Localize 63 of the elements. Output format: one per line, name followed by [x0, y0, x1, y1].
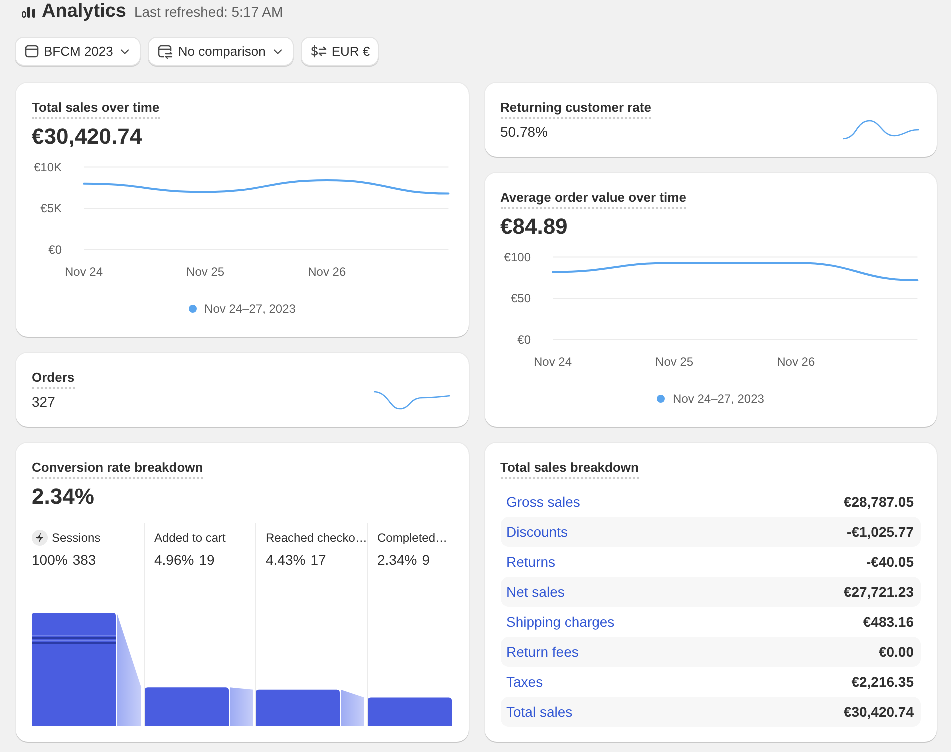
y-axis-label: €10K [34, 160, 62, 174]
step-rate: 100% [32, 551, 68, 570]
x-axis-label: Nov 25 [186, 265, 225, 279]
row-label-link[interactable]: Gross sales [506, 494, 580, 510]
card-title: Conversion rate breakdown [32, 459, 204, 479]
card-title: Total sales breakdown [500, 459, 639, 479]
y-axis-label: €5K [40, 202, 62, 216]
step-count: 19 [199, 551, 215, 570]
step-label: Added to cart [154, 530, 226, 546]
step-rate: 4.96% [154, 551, 194, 570]
step-label: Sessions [52, 530, 101, 546]
row-label-link[interactable]: Taxes [506, 674, 544, 690]
row-value: -€40.05 [866, 554, 914, 570]
x-axis-label: Nov 24 [64, 265, 104, 279]
y-axis-label: €100 [504, 250, 530, 264]
step-count: 9 [422, 551, 430, 570]
page-title: Analytics [42, 0, 126, 24]
row-label-link[interactable]: Discounts [506, 524, 568, 540]
x-axis-label: Nov 24 [533, 355, 572, 369]
card-title: Total sales over time [32, 99, 160, 119]
step-count: 383 [72, 551, 96, 570]
row-label-link[interactable]: Return fees [506, 644, 579, 660]
filter-button[interactable]: No comparison [149, 38, 293, 65]
bar-chart-icon [22, 6, 36, 18]
metric-value: 2.34% [32, 483, 94, 511]
x-axis-label: Nov 26 [308, 265, 346, 279]
row-label-link[interactable]: Returns [506, 554, 556, 570]
row-label-link[interactable]: Net sales [506, 584, 565, 600]
step-rate: 4.43% [266, 551, 306, 570]
filter-button[interactable]: BFCM 2023 [16, 38, 140, 65]
row-label-link[interactable]: Total sales [506, 704, 573, 720]
row-value: €30,420.74 [844, 704, 914, 720]
row-value: €483.16 [863, 614, 914, 630]
row-value: €2,216.35 [852, 674, 914, 690]
calendar-arrows-icon [158, 44, 174, 58]
legend-label: Nov 24–27, 2023 [673, 392, 764, 406]
step-count: 17 [310, 551, 326, 570]
row-label-link[interactable]: Shipping charges [506, 614, 615, 630]
funnel-connector [230, 688, 253, 726]
card-title: Returning customer rate [500, 99, 652, 119]
x-axis-label: Nov 25 [655, 355, 694, 369]
metric-value: €30,420.74 [32, 123, 142, 151]
currency-convert-icon [310, 45, 327, 58]
metric-value: 50.78% [500, 123, 548, 142]
step-label: Reached checko… [266, 530, 368, 546]
step-label: Completed… [378, 530, 448, 546]
metric-value: €84.89 [500, 213, 568, 241]
row-value: -€1,025.77 [847, 524, 914, 540]
y-axis-label: €0 [517, 333, 530, 347]
card-title: Average order value over time [500, 189, 686, 209]
card-title: Orders [32, 369, 75, 389]
row-value: €27,721.23 [844, 584, 914, 600]
row-value: €28,787.05 [844, 494, 914, 510]
y-axis-label: €0 [48, 243, 62, 257]
last-refreshed-text: Last refreshed: 5:17 AM [134, 3, 284, 22]
row-value: €0.00 [878, 644, 914, 660]
x-axis-label: Nov 26 [776, 355, 815, 369]
y-axis-label: €50 [510, 292, 530, 306]
calendar-icon [25, 45, 39, 58]
filter-button[interactable]: EUR € [302, 38, 378, 65]
step-rate: 2.34% [378, 551, 418, 570]
metric-value: 327 [32, 393, 56, 412]
legend-label: Nov 24–27, 2023 [204, 302, 296, 316]
